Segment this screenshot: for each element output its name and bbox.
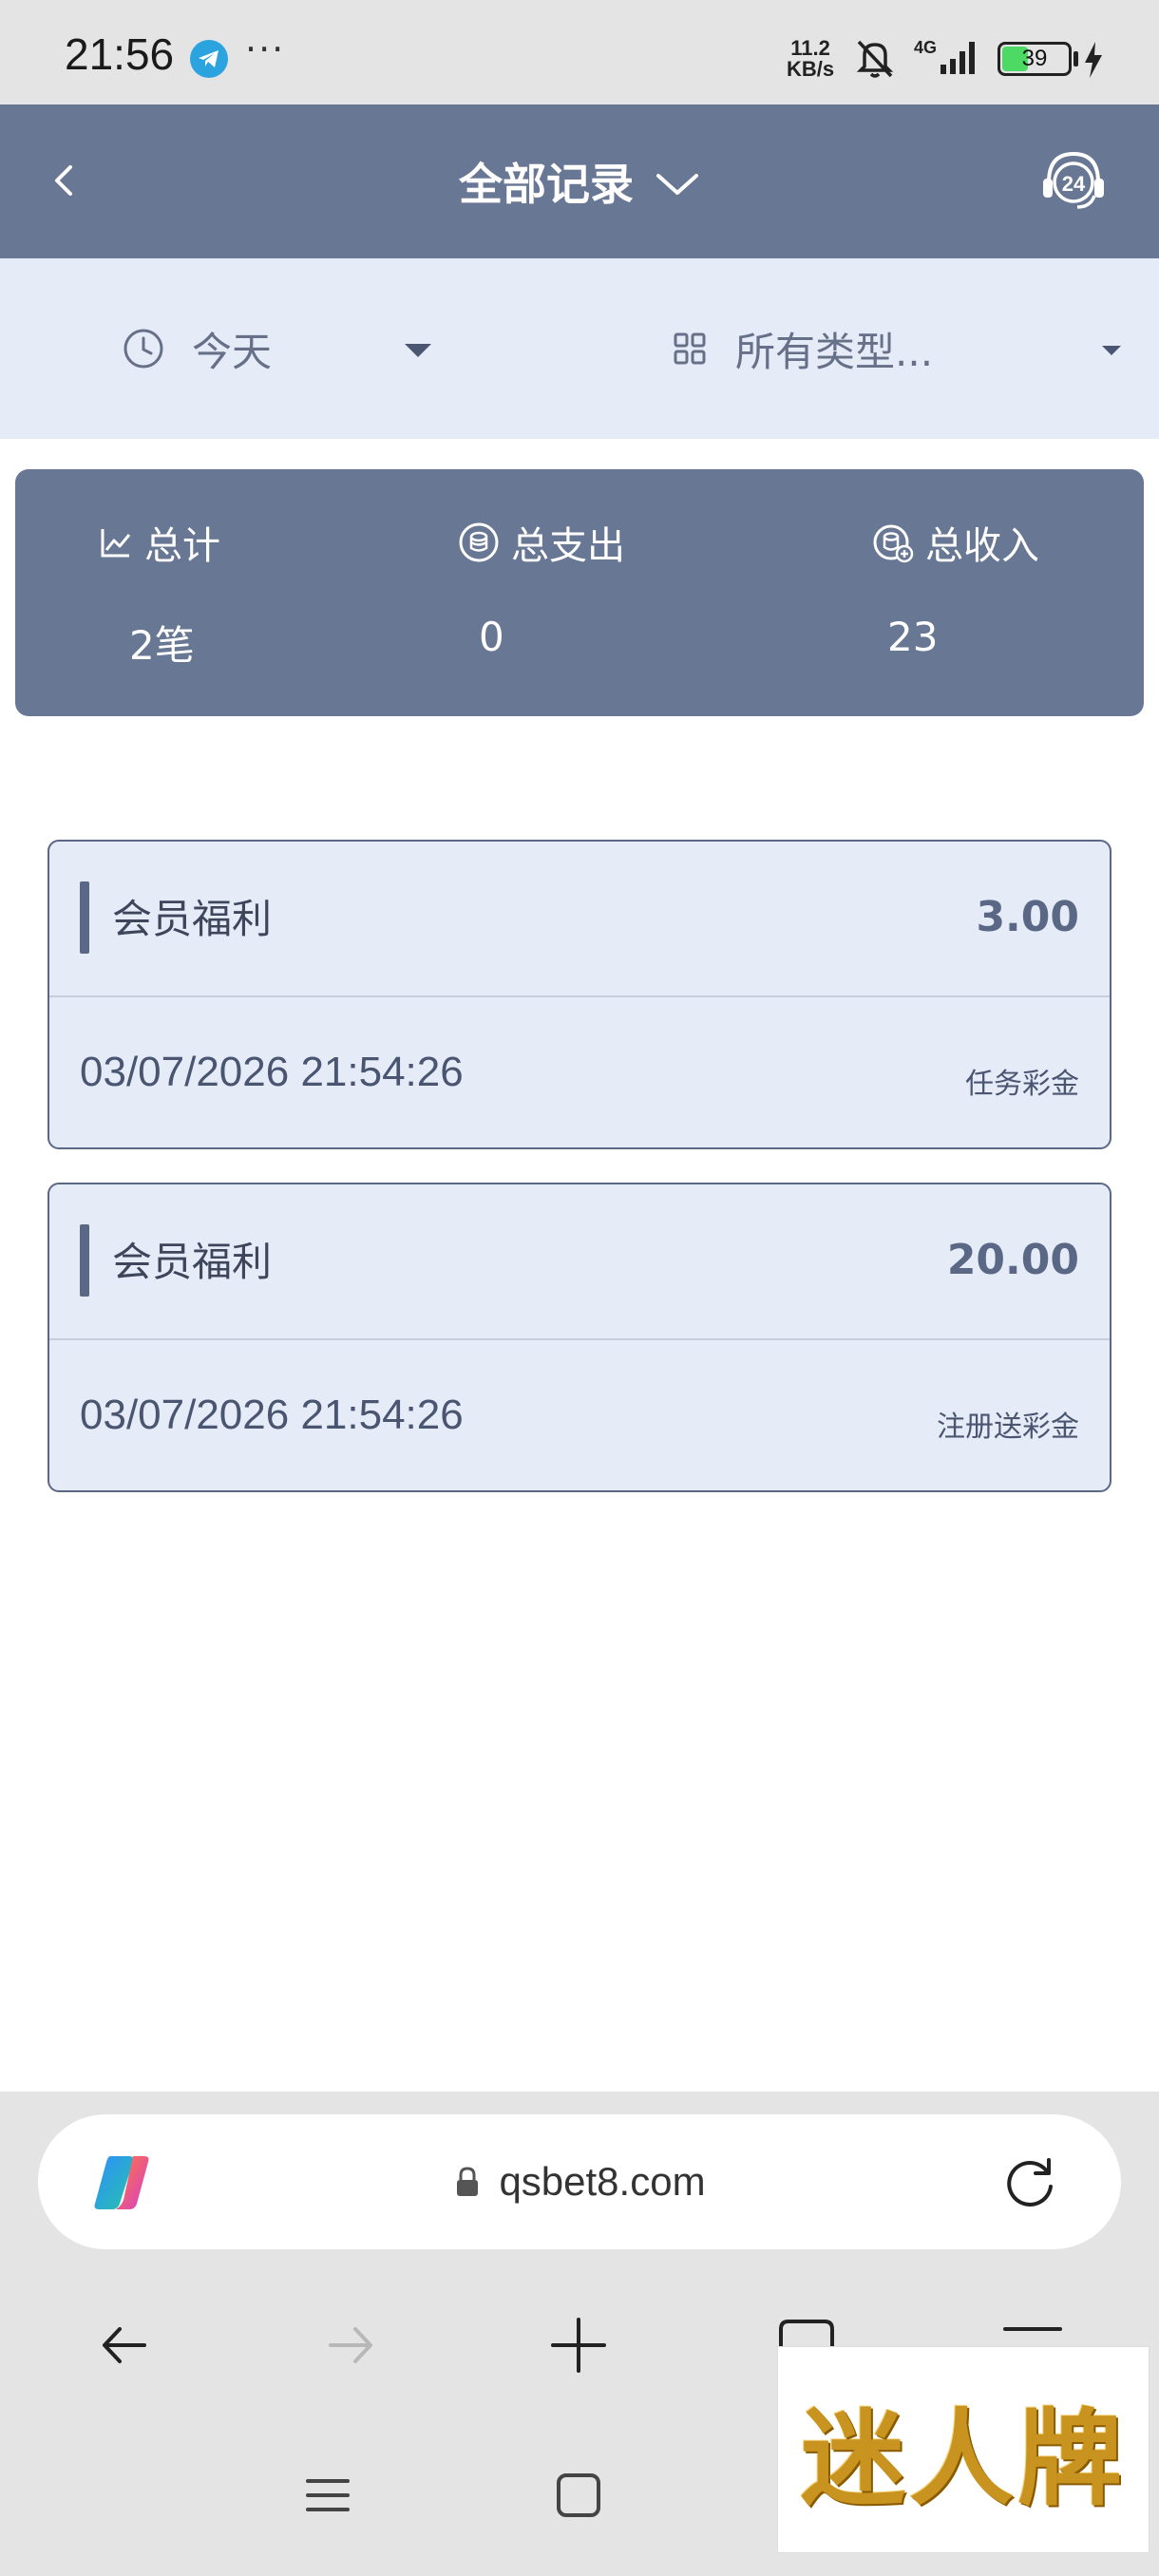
chart-line-icon bbox=[101, 529, 131, 558]
status-bar: 21:56 ··· 11.2 KB/s 4G 39 bbox=[0, 0, 1159, 104]
battery-icon: 39 bbox=[998, 42, 1072, 76]
title-dropdown[interactable]: 全部记录 bbox=[0, 104, 1159, 258]
status-time: 21:56 bbox=[65, 29, 175, 79]
new-tab-icon[interactable] bbox=[545, 2312, 612, 2378]
record-title: 会员福利 bbox=[112, 896, 273, 942]
caret-down-icon bbox=[405, 344, 431, 357]
record-divider bbox=[49, 995, 1110, 997]
home-icon[interactable] bbox=[553, 2470, 604, 2521]
net-speed: 11.2 KB/s bbox=[787, 38, 834, 80]
clock-icon bbox=[124, 329, 163, 369]
bell-muted-icon bbox=[853, 36, 897, 84]
filter-bar: 今天 所有类型... bbox=[0, 258, 1159, 439]
record-accent-bar bbox=[80, 881, 89, 954]
back-arrow-icon[interactable] bbox=[91, 2312, 158, 2378]
watermark-logo: 迷人牌 bbox=[777, 2346, 1150, 2553]
coin-out-icon bbox=[459, 522, 499, 562]
net-speed-unit: KB/s bbox=[787, 57, 835, 81]
record-type: 任务彩金 bbox=[965, 1068, 1079, 1101]
battery-level: 39 bbox=[1021, 46, 1048, 71]
record-type: 注册送彩金 bbox=[937, 1411, 1079, 1444]
record-divider bbox=[49, 1338, 1110, 1340]
record-title: 会员福利 bbox=[112, 1239, 273, 1285]
record-card[interactable]: 会员福利 20.00 03/07/2026 21:54:26 注册送彩金 bbox=[48, 1183, 1112, 1492]
reload-icon[interactable] bbox=[999, 2152, 1060, 2213]
app-header: 全部记录 24 bbox=[0, 104, 1159, 258]
summary-card: 总计 2笔 总支出 0 总收入 23 bbox=[15, 469, 1144, 716]
url-display[interactable]: qsbet8.com bbox=[38, 2114, 1121, 2249]
address-bar[interactable]: qsbet8.com bbox=[38, 2114, 1121, 2249]
caret-down-icon bbox=[1102, 346, 1121, 355]
date-filter-label: 今天 bbox=[192, 328, 273, 375]
summary-income-label: 总收入 bbox=[925, 524, 1039, 568]
date-filter-dropdown[interactable]: 今天 bbox=[122, 315, 445, 382]
support-button[interactable]: 24 bbox=[1036, 142, 1112, 218]
record-amount: 20.00 bbox=[946, 1236, 1079, 1284]
record-time: 03/07/2026 21:54:26 bbox=[80, 1392, 464, 1438]
record-time: 03/07/2026 21:54:26 bbox=[80, 1049, 464, 1095]
summary-total-value: 2笔 bbox=[129, 622, 195, 669]
record-accent-bar bbox=[80, 1224, 89, 1297]
summary-income-value: 23 bbox=[887, 614, 939, 660]
summary-expense-value: 0 bbox=[479, 614, 504, 660]
menu-icon[interactable] bbox=[999, 2323, 1066, 2342]
summary-total: 总计 2笔 bbox=[97, 515, 220, 672]
support-label: 24 bbox=[1062, 172, 1086, 196]
page-title: 全部记录 bbox=[459, 159, 634, 210]
summary-expense-label: 总支出 bbox=[511, 524, 625, 568]
lock-icon bbox=[457, 2167, 479, 2196]
forward-arrow-icon[interactable] bbox=[317, 2312, 384, 2378]
net-speed-value: 11.2 bbox=[790, 36, 830, 60]
summary-expense: 总支出 0 bbox=[456, 515, 625, 660]
status-more-dots: ··· bbox=[245, 28, 286, 70]
support-24-icon: 24 bbox=[1043, 151, 1104, 209]
charging-icon bbox=[1081, 40, 1106, 84]
grid-icon bbox=[674, 332, 706, 365]
type-filter-dropdown[interactable]: 所有类型... bbox=[671, 315, 1127, 382]
summary-income: 总收入 23 bbox=[870, 515, 1039, 660]
battery-cap bbox=[1074, 51, 1078, 66]
url-text: qsbet8.com bbox=[499, 2159, 706, 2204]
summary-total-label: 总计 bbox=[144, 524, 220, 568]
record-card[interactable]: 会员福利 3.00 03/07/2026 21:54:26 任务彩金 bbox=[48, 840, 1112, 1149]
watermark-text: 迷人牌 bbox=[801, 2397, 1126, 2520]
chevron-down-icon bbox=[656, 174, 698, 195]
coin-in-icon bbox=[873, 524, 914, 563]
record-amount: 3.00 bbox=[976, 893, 1079, 941]
type-filter-label: 所有类型... bbox=[735, 328, 934, 375]
signal-icon: 4G bbox=[912, 36, 988, 84]
recents-icon[interactable] bbox=[302, 2470, 353, 2521]
telegram-icon bbox=[190, 40, 228, 78]
network-type: 4G bbox=[914, 38, 937, 57]
